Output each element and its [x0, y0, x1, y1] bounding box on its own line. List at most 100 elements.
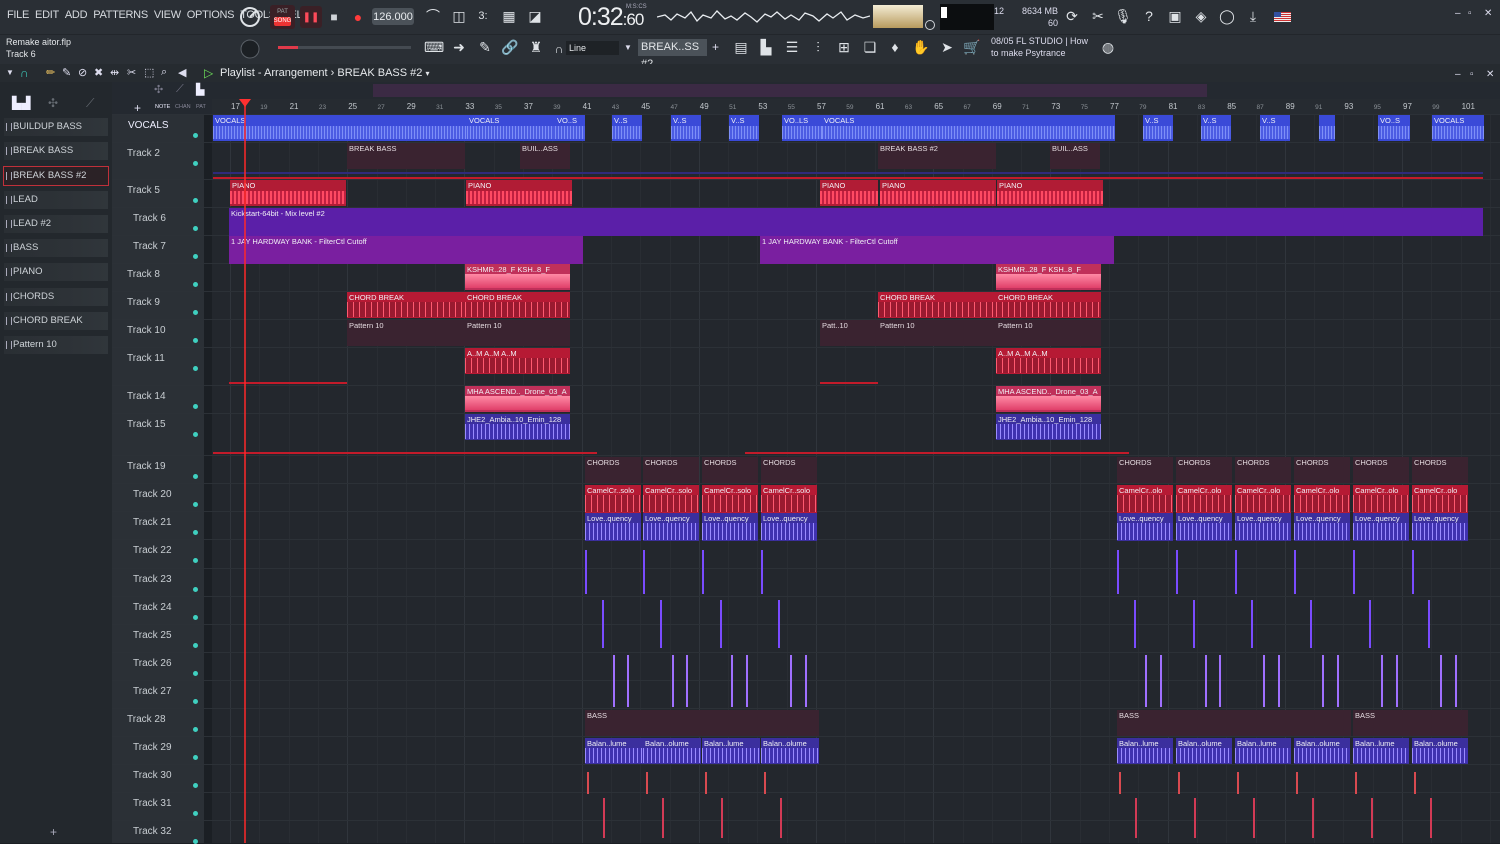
track-mute-led[interactable]: [193, 366, 198, 371]
chan-tab-icon[interactable]: ⟋: [176, 83, 184, 96]
balance-volume-clip[interactable]: Balan..olume: [643, 738, 701, 764]
percussion-hit[interactable]: [1322, 655, 1324, 707]
break-bass-clip[interactable]: BREAK BASS: [347, 143, 465, 169]
love-frequency-clip[interactable]: Love..quency: [643, 513, 699, 541]
percussion-hit[interactable]: [1237, 772, 1239, 794]
track-name[interactable]: Track 24: [133, 602, 172, 613]
camel-solo-clip[interactable]: CamelCr..olo: [1353, 485, 1409, 513]
pattern-10-clip[interactable]: Pattern 10: [878, 320, 996, 346]
percussion-hit[interactable]: [1263, 655, 1265, 707]
percussion-hit[interactable]: [764, 772, 766, 794]
pattern-10-clip[interactable]: Patt..10: [820, 320, 878, 346]
track-mute-led[interactable]: [193, 643, 198, 648]
percussion-hit[interactable]: [662, 798, 664, 838]
track-name[interactable]: Track 2: [127, 148, 160, 159]
piano-clip[interactable]: PIANO: [230, 180, 346, 206]
percussion-hit[interactable]: [1253, 798, 1255, 838]
camel-solo-clip[interactable]: CamelCr..olo: [1117, 485, 1173, 513]
percussion-hit[interactable]: [720, 600, 722, 648]
file-icon[interactable]: ❏: [861, 38, 879, 56]
percussion-hit[interactable]: [1412, 550, 1414, 594]
percussion-hit[interactable]: [1440, 655, 1442, 707]
track-name[interactable]: Track 30: [133, 770, 172, 781]
track-name[interactable]: Track 10: [127, 325, 166, 336]
pattern-chord-break[interactable]: CHORD BREAK: [4, 312, 108, 330]
master-volume-knob[interactable]: [239, 6, 261, 28]
jhe-ambient-clip[interactable]: JHE2_Ambia..10_Emin_128: [996, 414, 1101, 440]
pattern-chords[interactable]: CHORDS: [4, 288, 108, 306]
chevron-down-icon[interactable]: ▼: [624, 43, 632, 52]
track-name[interactable]: Track 31: [133, 798, 172, 809]
track-mute-led[interactable]: [193, 587, 198, 592]
chat-icon[interactable]: ◯: [1218, 7, 1236, 25]
percussion-hit[interactable]: [746, 655, 748, 707]
vocals-clip[interactable]: V..S: [1260, 115, 1290, 141]
playhead-line[interactable]: [244, 99, 246, 843]
meter-knob[interactable]: [925, 20, 935, 30]
percussion-hit[interactable]: [643, 550, 645, 594]
camel-solo-clip[interactable]: CamelCr..olo: [1176, 485, 1232, 513]
bar-numbers[interactable]: [212, 99, 1500, 114]
percussion-hit[interactable]: [1337, 655, 1339, 707]
playlist-overview[interactable]: [373, 84, 1207, 97]
love-frequency-clip[interactable]: Love..quency: [761, 513, 817, 541]
balance-volume-clip[interactable]: Balan..olume: [1176, 738, 1232, 764]
percussion-hit[interactable]: [780, 798, 782, 838]
menu-edit[interactable]: EDIT: [32, 9, 62, 21]
track-mute-led[interactable]: [193, 727, 198, 732]
track-name[interactable]: Track 25: [133, 630, 172, 641]
track-name[interactable]: Track 14: [127, 391, 166, 402]
undo-history-icon[interactable]: ⟳: [1063, 7, 1081, 25]
pat-tab-icon[interactable]: ▙: [196, 83, 204, 96]
step-edit-icon[interactable]: ▦: [500, 7, 518, 25]
channel-rack-icon[interactable]: ☰: [783, 38, 801, 56]
percussion-hit[interactable]: [1117, 550, 1119, 594]
vocals-clip[interactable]: VOCALS: [822, 115, 1115, 141]
bass-clip[interactable]: BASS: [1353, 710, 1468, 736]
pattern-selector[interactable]: BREAK..SS #2: [638, 39, 707, 70]
percussion-hit[interactable]: [672, 655, 674, 707]
close-icon[interactable]: ✕: [1484, 8, 1492, 19]
percussion-hit[interactable]: [660, 600, 662, 648]
balance-volume-clip[interactable]: Balan..olume: [1294, 738, 1350, 764]
blend-icon[interactable]: ◪: [526, 7, 544, 25]
love-frequency-clip[interactable]: Love..quency: [1117, 513, 1173, 541]
balance-volume-clip[interactable]: Balan..lume: [1235, 738, 1291, 764]
plugin-icon[interactable]: ♦: [886, 38, 904, 56]
pattern-10-clip[interactable]: Pattern 10: [996, 320, 1101, 346]
slip-tool-icon[interactable]: ⇹: [110, 66, 119, 79]
love-frequency-clip[interactable]: Love..quency: [1353, 513, 1409, 541]
playback-tool-icon[interactable]: ◀: [178, 66, 186, 79]
mha-drone-clip[interactable]: MHA ASCEND.._Drone_03_A: [465, 386, 570, 412]
percussion-hit[interactable]: [1455, 655, 1457, 707]
delete-tool-icon[interactable]: ⊘: [78, 66, 87, 79]
tempo-display[interactable]: 126.000: [372, 8, 414, 25]
percussion-hit[interactable]: [702, 550, 704, 594]
snap-mode-select[interactable]: Line: [566, 41, 619, 55]
buildup-bass-clip[interactable]: BUIL..ASS: [1050, 143, 1100, 169]
percussion-hit[interactable]: [1355, 772, 1357, 794]
pattern-lead-2[interactable]: LEAD #2: [4, 215, 108, 233]
love-frequency-clip[interactable]: Love..quency: [1176, 513, 1232, 541]
love-frequency-clip[interactable]: Love..quency: [702, 513, 758, 541]
percussion-hit[interactable]: [1353, 550, 1355, 594]
render-icon[interactable]: ◈: [1192, 7, 1210, 25]
track-name[interactable]: Track 28: [127, 714, 166, 725]
snap-magnet-icon[interactable]: ∩: [20, 66, 29, 80]
stamp-icon[interactable]: ♜: [527, 38, 545, 56]
percussion-hit[interactable]: [1119, 772, 1121, 794]
help-icon[interactable]: ?: [1140, 7, 1158, 25]
tab-pat[interactable]: PAT: [196, 104, 206, 110]
chords-clip[interactable]: CHORDS: [1412, 457, 1468, 483]
am-clip[interactable]: A..M A..M A..M: [996, 348, 1101, 374]
slice-tool-icon[interactable]: ✂: [127, 66, 136, 79]
camel-solo-clip[interactable]: CamelCr..solo: [761, 485, 817, 513]
track-name[interactable]: Track 23: [133, 574, 172, 585]
jay-hardway-automation-clip[interactable]: 1 JAY HARDWAY BANK - FilterCtl Cutoff: [229, 236, 583, 264]
track-mute-led[interactable]: [193, 432, 198, 437]
piano-roll-icon[interactable]: ▙: [757, 38, 775, 56]
brush-icon[interactable]: ✎: [476, 38, 494, 56]
percussion-hit[interactable]: [1294, 550, 1296, 594]
kshmr-clip[interactable]: KSHMR..28_F KSH..8_F: [465, 264, 570, 290]
track-name[interactable]: Track 5: [127, 185, 160, 196]
